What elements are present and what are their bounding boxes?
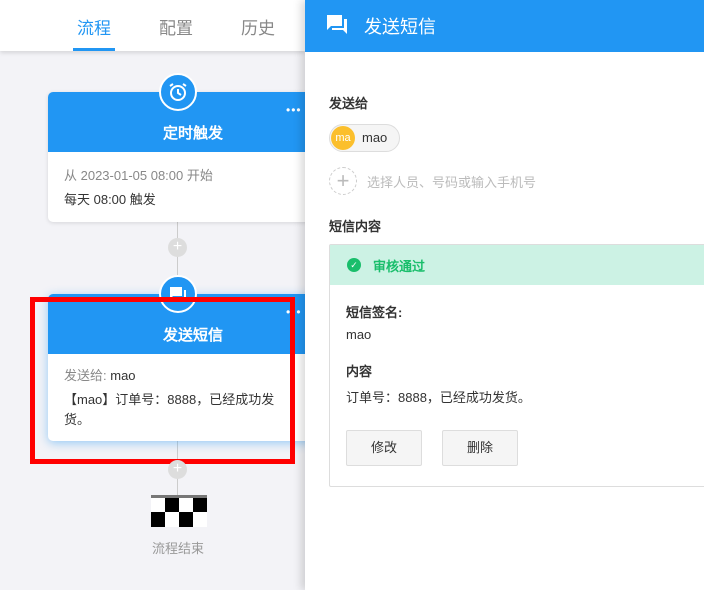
tab-config[interactable]: 配置	[151, 14, 201, 39]
body-value: 订单号：8888，已经成功发货。	[346, 390, 531, 405]
finish-flag-icon	[151, 495, 207, 527]
tab-bar: 流程 配置 历史	[0, 0, 305, 51]
add-node-button[interactable]: +	[168, 460, 187, 479]
body-label: 内容	[346, 364, 373, 379]
trigger-repeat: 每天 08:00 触发	[64, 192, 156, 207]
signature-label: 短信签名:	[346, 305, 403, 320]
send-to-label: 发送给	[329, 96, 369, 111]
flow-canvas: 定时触发 ••• 从 2023-01-05 08:00 开始 每天 08:00 …	[0, 0, 338, 590]
message-icon	[327, 15, 349, 40]
trigger-start: 从 2023-01-05 08:00 开始	[64, 168, 213, 183]
panel-header: 发送短信	[305, 0, 704, 52]
recipient-chip[interactable]: ma mao	[329, 124, 400, 152]
recipient-name: mao	[362, 130, 388, 145]
sms-settings-panel: 发送短信 发送给 ma mao + 选择人员、号码或输入手机号 短信内容 ✓ 审…	[305, 0, 704, 590]
check-circle-icon: ✓	[347, 258, 361, 272]
trigger-node[interactable]: 定时触发 ••• 从 2023-01-05 08:00 开始 每天 08:00 …	[48, 92, 338, 222]
alarm-clock-icon	[159, 73, 197, 111]
more-icon[interactable]: •••	[286, 103, 302, 117]
delete-button[interactable]: 删除	[442, 430, 518, 466]
add-node-button[interactable]: +	[168, 238, 187, 257]
content-label: 短信内容	[329, 219, 382, 234]
avatar: ma	[331, 126, 355, 150]
add-recipient-input[interactable]: 选择人员、号码或输入手机号	[367, 172, 536, 191]
signature-value: mao	[346, 327, 372, 342]
status-text: 审核通过	[373, 259, 426, 274]
flow-end-label: 流程结束	[151, 541, 204, 556]
panel-title: 发送短信	[364, 17, 436, 37]
tab-flow[interactable]: 流程	[69, 14, 119, 39]
active-tab-indicator	[73, 48, 115, 51]
status-bar: ✓ 审核通过	[330, 245, 704, 285]
edit-button[interactable]: 修改	[346, 430, 422, 466]
highlight-box	[30, 297, 295, 464]
tab-history[interactable]: 历史	[233, 14, 283, 39]
add-recipient-button[interactable]: +	[329, 167, 357, 195]
